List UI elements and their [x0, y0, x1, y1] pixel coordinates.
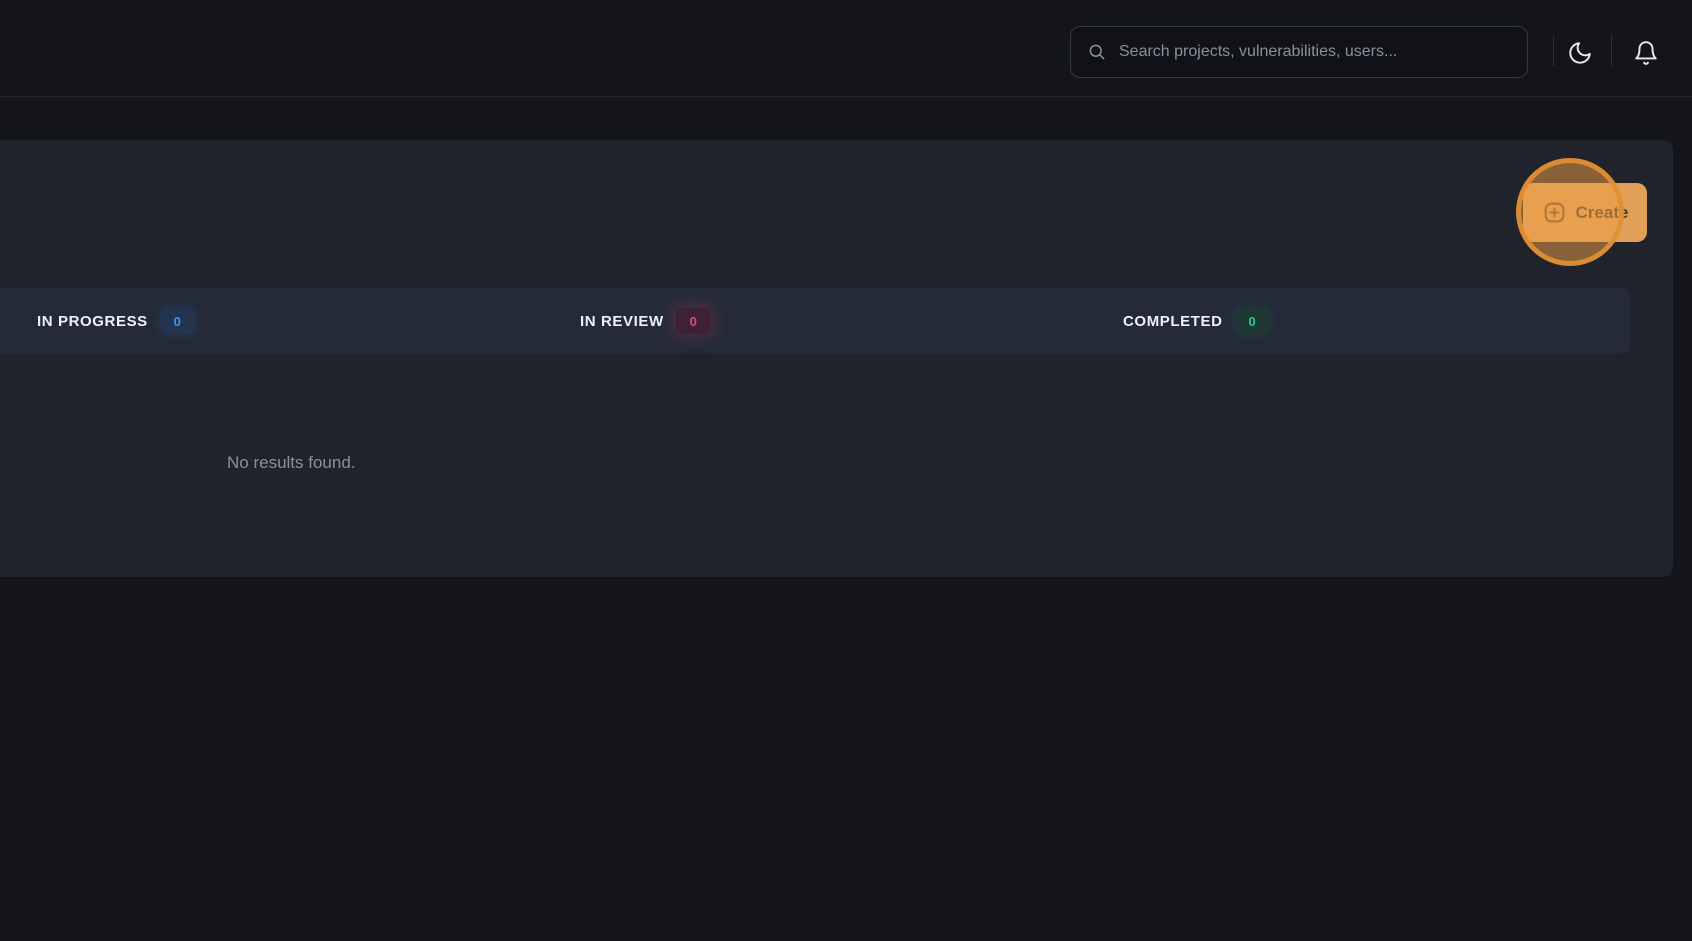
board-column-in-progress: IN PROGRESS 0 [0, 288, 543, 354]
notifications-button[interactable] [1632, 39, 1660, 67]
create-button-label: Create [1576, 203, 1629, 223]
board-status-row: IN PROGRESS 0 IN REVIEW 0 COMPLETED 0 [0, 288, 1630, 354]
app-screen: Create IN PROGRESS 0 IN REVIEW 0 COMPLET… [0, 0, 1692, 941]
moon-icon [1567, 40, 1593, 66]
topbar-divider [1611, 36, 1612, 66]
column-label: COMPLETED [1123, 313, 1223, 330]
search-icon [1087, 42, 1107, 62]
board-panel [0, 140, 1673, 577]
create-button[interactable]: Create [1523, 183, 1647, 242]
theme-toggle-button[interactable] [1566, 39, 1594, 67]
bell-icon [1633, 40, 1659, 66]
board-column-in-review: IN REVIEW 0 [543, 288, 1086, 354]
topbar-divider [1553, 36, 1554, 66]
column-label: IN REVIEW [580, 313, 664, 330]
search-input[interactable] [1119, 43, 1511, 61]
empty-state-message: No results found. [227, 453, 356, 473]
topbar [0, 0, 1692, 97]
column-count-badge: 0 [1235, 308, 1270, 334]
global-search[interactable] [1070, 26, 1528, 78]
column-count-badge: 0 [160, 308, 195, 334]
column-label: IN PROGRESS [37, 313, 148, 330]
board-column-completed: COMPLETED 0 [1086, 288, 1629, 354]
column-count-badge: 0 [676, 308, 711, 334]
plus-icon [1542, 200, 1567, 225]
